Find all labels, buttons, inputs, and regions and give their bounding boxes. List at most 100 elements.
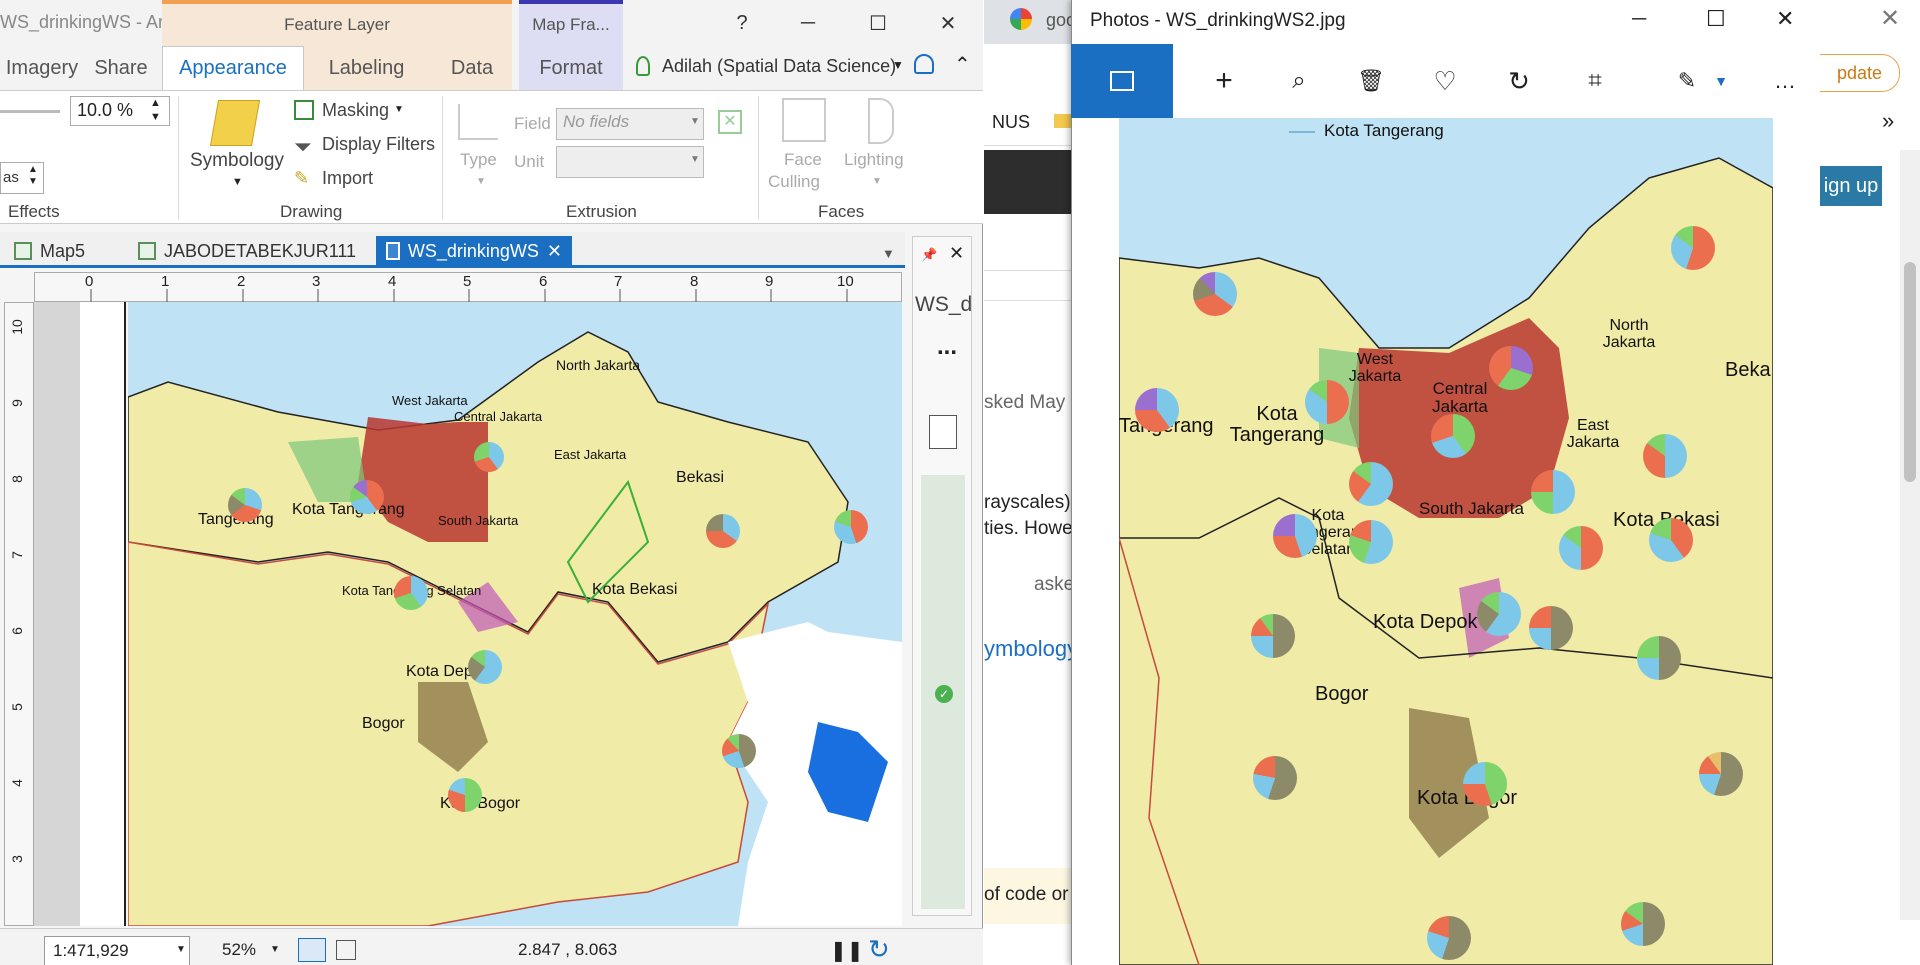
filter-icon: ⏷ xyxy=(294,134,312,159)
type-button[interactable]: Type xyxy=(460,150,497,170)
minimize-icon[interactable]: ─ xyxy=(780,0,836,46)
transparency-spinner-icon[interactable]: ▲ ▼ xyxy=(150,96,161,124)
tab-labeling[interactable]: Labeling xyxy=(304,46,429,90)
zoom-icon[interactable]: ⌕ xyxy=(1270,44,1328,118)
group-drawing: Drawing xyxy=(280,202,343,221)
chrome-edge-close-icon[interactable]: ✕ xyxy=(1880,4,1900,33)
photos-maximize-icon[interactable]: ☐ xyxy=(1706,6,1726,32)
photo-pie-marker xyxy=(1637,636,1681,680)
image-view-icon[interactable] xyxy=(1071,44,1173,118)
tag-symbology[interactable]: ymbology xyxy=(984,636,1078,662)
crop-icon[interactable]: ⌗ xyxy=(1566,44,1624,118)
symbology-dropdown-icon[interactable]: ▼ xyxy=(232,176,243,188)
tab-jabodetabekjur111[interactable]: JABODETABEKJUR111 xyxy=(128,236,366,266)
photo-pie-marker xyxy=(1531,470,1575,514)
favorite-icon[interactable]: ♡ xyxy=(1416,44,1474,118)
photo-pie-marker xyxy=(1305,380,1349,424)
close-icon[interactable]: ✕ xyxy=(920,0,976,46)
ruler-label: 5 xyxy=(8,703,25,711)
tab-ws-drinkingws[interactable]: WS_drinkingWS ✕ xyxy=(376,236,572,266)
lighting-icon xyxy=(868,98,894,144)
photo-pie-marker xyxy=(1431,414,1475,458)
pin-icon[interactable]: 📌 xyxy=(921,247,937,263)
desktop: goo ✕ NUS » ign up pdate sked May raysca… xyxy=(0,0,1920,965)
photo-map[interactable]: Kota Tangerang North Jakarta West Jakart… xyxy=(1119,118,1773,965)
scale-dropdown-icon[interactable]: ▼ xyxy=(176,944,186,955)
tab-format[interactable]: Format xyxy=(519,46,623,90)
help-icon[interactable]: ? xyxy=(714,0,770,46)
photo-pie-marker xyxy=(1427,916,1471,960)
chrome-scrollbar[interactable] xyxy=(1900,150,1920,920)
add-icon[interactable]: + xyxy=(1195,44,1253,118)
side-panel-title: WS_d xyxy=(915,293,973,316)
display-filters-button[interactable]: Display Filters xyxy=(322,134,435,155)
collapse-ribbon-icon[interactable]: ⌃ xyxy=(954,52,971,77)
clear-extrusion-icon[interactable]: ✕ xyxy=(718,110,742,134)
bookmark-nus[interactable]: NUS xyxy=(992,112,1030,133)
masking-dropdown-icon[interactable]: ▼ xyxy=(394,104,404,115)
lighting-dropdown-icon[interactable]: ▼ xyxy=(872,176,882,187)
folder-icon[interactable] xyxy=(1054,114,1072,128)
tab-appearance[interactable]: Appearance xyxy=(162,46,304,90)
photos-minimize-icon[interactable]: ─ xyxy=(1632,8,1646,31)
pause-icon[interactable]: ❚❚ xyxy=(830,938,864,963)
spinner-icon[interactable]: ▲ ▼ xyxy=(28,164,38,188)
edit-dropdown-icon[interactable]: ▼ xyxy=(1692,44,1750,118)
asked-text-2: aske xyxy=(1034,574,1075,595)
refresh-icon[interactable]: ↻ xyxy=(868,934,890,965)
unit-dropdown-icon[interactable]: ▼ xyxy=(690,154,700,165)
photos-close-icon[interactable]: ✕ xyxy=(1776,6,1794,32)
tabs-overflow-icon[interactable]: ▼ xyxy=(882,246,895,261)
import-button[interactable]: Import xyxy=(322,168,373,189)
field-select[interactable]: No fields xyxy=(556,108,704,140)
chrome-update-button[interactable]: pdate xyxy=(1820,54,1900,92)
tab-map5[interactable]: Map5 xyxy=(4,236,95,266)
side-panel: 📌 ✕ WS_d ... ✓ xyxy=(912,236,972,916)
face-culling-button-line2[interactable]: Culling xyxy=(768,172,820,192)
close-tab-icon[interactable]: ✕ xyxy=(547,241,562,262)
field-dropdown-icon[interactable]: ▼ xyxy=(690,116,700,127)
chrome-sign-up-button[interactable]: ign up xyxy=(1820,166,1882,206)
zoom-select[interactable]: 52% xyxy=(222,940,256,960)
symbology-icon[interactable] xyxy=(209,100,261,146)
notification-bell-icon[interactable] xyxy=(914,54,934,74)
type-dropdown-icon[interactable]: ▼ xyxy=(476,176,486,187)
symbology-button[interactable]: Symbology xyxy=(190,150,284,172)
side-panel-close-icon[interactable]: ✕ xyxy=(949,243,964,264)
tab-map5-label: Map5 xyxy=(40,240,86,261)
rotate-icon[interactable]: ↻ xyxy=(1490,44,1548,118)
transparency-slider[interactable] xyxy=(0,110,60,113)
side-panel-box[interactable] xyxy=(929,415,957,449)
face-culling-icon xyxy=(782,98,826,142)
tab-data[interactable]: Data xyxy=(429,46,515,90)
view-mode-icon[interactable] xyxy=(298,938,326,962)
user-name[interactable]: Adilah (Spatial Data Science) xyxy=(662,56,896,77)
tab-jabodetabekjur111-label: JABODETABEKJUR111 xyxy=(164,240,357,261)
more-icon[interactable]: … xyxy=(1756,44,1814,118)
lighting-button[interactable]: Lighting xyxy=(844,150,904,170)
maximize-icon[interactable]: ☐ xyxy=(850,0,906,46)
pie-chart-marker xyxy=(394,576,428,610)
unit-select[interactable] xyxy=(556,146,704,178)
layout-map[interactable]: North Jakarta West Jakarta Central Jakar… xyxy=(128,302,902,926)
grid-icon[interactable] xyxy=(336,940,356,960)
photos-title-bar: Photos - WS_drinkingWS2.jpg ─ ☐ ✕ xyxy=(1072,0,1821,44)
more-options-icon[interactable]: ... xyxy=(937,333,957,361)
photo-label-west-jakarta: West Jakarta xyxy=(1348,351,1402,385)
photo-label-east-jakarta: East Jakarta xyxy=(1566,417,1620,451)
ruler-label: 8 xyxy=(8,475,25,483)
chrome-more-bookmarks-icon[interactable]: » xyxy=(1882,108,1894,134)
pie-chart-marker xyxy=(448,778,482,812)
zoom-dropdown-icon[interactable]: ▼ xyxy=(270,944,280,955)
delete-icon[interactable]: 🗑 xyxy=(1342,44,1400,118)
chrome-scrollbar-thumb[interactable] xyxy=(1904,262,1916,482)
masking-button[interactable]: Masking xyxy=(322,100,389,121)
map-label-kota-bekasi: Kota Bekasi xyxy=(592,581,678,598)
user-dropdown-icon[interactable]: ▼ xyxy=(892,58,904,72)
page-margin xyxy=(34,302,80,926)
photo-pie-marker xyxy=(1529,606,1573,650)
face-culling-button[interactable]: Face xyxy=(784,150,822,170)
scale-select[interactable]: 1:471,929 xyxy=(44,936,190,965)
tab-share[interactable]: Share xyxy=(84,46,158,90)
tab-imagery[interactable]: Imagery xyxy=(0,46,84,90)
